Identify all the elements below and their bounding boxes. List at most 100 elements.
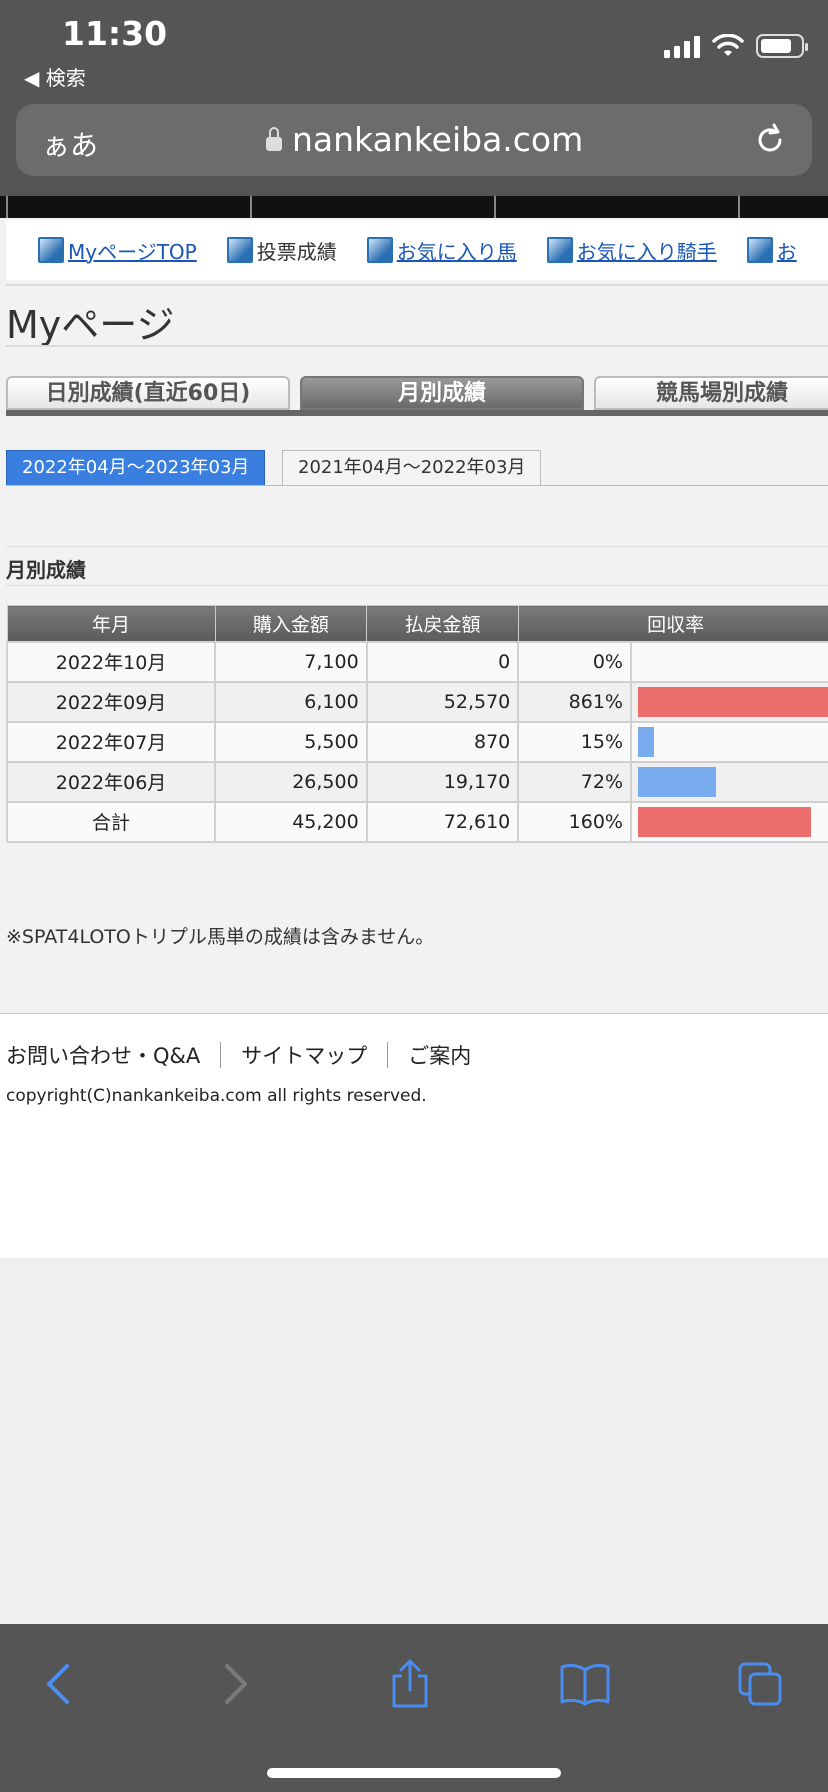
book-icon	[560, 1663, 610, 1706]
table-row: 2022年09月 6,100 52,570 861%	[5, 680, 828, 723]
table-row: 合計 45,200 72,610 160%	[5, 800, 828, 843]
address-bar[interactable]: ぁあ nankankeiba.com	[16, 104, 812, 176]
cell-rate-bar	[630, 640, 828, 683]
col-header-month: 年月	[6, 605, 216, 642]
sub-nav-favorite-horses[interactable]: お気に入り馬	[366, 236, 517, 265]
return-rate-bar	[638, 686, 828, 717]
tab-racecourse-results[interactable]: 競馬場別成績	[594, 376, 828, 410]
table-row: 2022年07月 5,500 870 15%	[5, 720, 828, 763]
cell-month: 2022年06月	[5, 760, 217, 803]
col-header-return-rate: 回収率	[517, 605, 828, 642]
web-page: MyページTOP 投票成績 お気に入り馬 お気に入り騎手 お Myページ 日別成…	[0, 196, 828, 1258]
section-title: 月別成績	[6, 558, 86, 582]
site-footer: お問い合わせ・Q&A サイトマップ ご案内 copyright(C)nankan…	[0, 1013, 828, 1258]
wifi-icon	[712, 34, 744, 56]
table-header-row: 年月 購入金額 払戻金額 回収率	[6, 605, 828, 642]
cell-rate-bar	[630, 680, 828, 723]
horse-icon	[226, 237, 253, 263]
forward-button[interactable]	[206, 1654, 266, 1714]
home-indicator	[267, 1768, 561, 1778]
tabs-button[interactable]	[730, 1654, 790, 1714]
cell-payout: 19,170	[365, 760, 520, 803]
url-display[interactable]: nankankeiba.com	[266, 120, 583, 159]
cell-return-rate: 0%	[517, 640, 632, 683]
footer-separator	[387, 1042, 389, 1068]
period-2022-2023[interactable]: 2022年04月～2023年03月	[6, 450, 266, 486]
return-rate-bar	[638, 766, 716, 797]
tab-underline	[6, 410, 828, 416]
cell-return-rate: 72%	[517, 760, 632, 803]
status-icons	[664, 34, 808, 58]
divider	[6, 546, 828, 547]
share-button[interactable]	[380, 1654, 440, 1714]
cell-return-rate: 15%	[517, 720, 632, 763]
battery-icon	[756, 34, 808, 58]
cell-month: 2022年07月	[5, 720, 217, 763]
return-rate-bar	[638, 726, 654, 757]
horse-icon	[38, 237, 64, 263]
url-text: nankankeiba.com	[292, 120, 584, 159]
sub-nav-favorite-jockeys[interactable]: お気に入り騎手	[546, 236, 717, 265]
divider	[6, 345, 828, 347]
footnote: ※SPAT4LOTOトリプル馬単の成績は含みません。	[6, 926, 435, 948]
divider	[6, 284, 828, 286]
cell-purchase: 45,200	[214, 800, 368, 843]
page-title: Myページ	[6, 303, 175, 347]
cell-purchase: 7,100	[214, 640, 368, 683]
return-rate-bar	[638, 806, 811, 837]
site-global-nav[interactable]	[0, 196, 828, 218]
reader-options-button[interactable]: ぁあ	[42, 124, 98, 164]
cell-purchase: 6,100	[214, 680, 368, 723]
back-to-app-link[interactable]: ◀ 検索	[24, 62, 86, 91]
back-button[interactable]	[28, 1654, 88, 1714]
status-time: 11:30	[62, 14, 168, 53]
mypage-sub-nav: MyページTOP 投票成績 お気に入り馬 お気に入り騎手 お	[6, 220, 828, 280]
horse-icon	[546, 237, 573, 263]
divider	[6, 585, 828, 586]
cell-return-rate: 861%	[517, 680, 632, 723]
col-header-purchase: 購入金額	[214, 605, 368, 642]
cell-purchase: 26,500	[214, 760, 368, 803]
cell-purchase: 5,500	[214, 720, 368, 763]
reload-icon[interactable]	[752, 122, 788, 158]
cell-return-rate: 160%	[517, 800, 632, 843]
monthly-results-table: 年月 購入金額 払戻金額 回収率 2022年10月 7,100 0 0% 2022年09…	[5, 605, 828, 843]
cell-payout: 870	[365, 720, 520, 763]
chevron-right-icon	[225, 1664, 247, 1704]
cell-rate-bar	[630, 720, 828, 763]
divider	[6, 485, 828, 486]
table-row: 2022年06月 26,500 19,170 72%	[5, 760, 828, 803]
footer-links: お問い合わせ・Q&A サイトマップ ご案内	[6, 1040, 471, 1070]
browser-toolbar	[0, 1624, 828, 1792]
tabs-icon	[738, 1662, 782, 1706]
cell-month: 合計	[5, 800, 217, 843]
cellular-signal-icon	[664, 34, 700, 58]
sub-nav-mypage-top[interactable]: MyページTOP	[38, 236, 197, 265]
horse-icon	[746, 237, 773, 263]
cell-rate-bar	[630, 800, 828, 843]
table-row: 2022年10月 7,100 0 0%	[5, 640, 828, 683]
sub-nav-betting-results[interactable]: 投票成績	[226, 236, 337, 265]
cell-month: 2022年10月	[5, 640, 217, 683]
cell-payout: 52,570	[365, 680, 520, 723]
tab-daily-results[interactable]: 日別成績(直近60日)	[6, 376, 290, 410]
cell-payout: 72,610	[365, 800, 520, 843]
cell-rate-bar	[630, 760, 828, 803]
footer-link-guide[interactable]: ご案内	[408, 1040, 471, 1070]
copyright: copyright(C)nankankeiba.com all rights r…	[6, 1086, 427, 1106]
footer-link-sitemap[interactable]: サイトマップ	[241, 1040, 367, 1070]
tab-monthly-results[interactable]: 月別成績	[300, 376, 584, 410]
sub-nav-more[interactable]: お	[746, 236, 797, 265]
period-2021-2022[interactable]: 2021年04月～2022年03月	[282, 450, 542, 486]
share-icon	[392, 1659, 428, 1708]
cell-month: 2022年09月	[5, 680, 217, 723]
chevron-left-icon	[47, 1664, 69, 1704]
lock-icon	[266, 126, 282, 151]
footer-separator	[220, 1042, 222, 1068]
bookmarks-button[interactable]	[555, 1654, 615, 1714]
browser-top-chrome: 11:30 ◀ 検索 ぁあ nankankeiba.com	[0, 0, 828, 196]
horse-icon	[366, 237, 393, 263]
cell-payout: 0	[365, 640, 520, 683]
footer-link-contact[interactable]: お問い合わせ・Q&A	[6, 1040, 200, 1070]
col-header-payout: 払戻金額	[366, 605, 519, 642]
